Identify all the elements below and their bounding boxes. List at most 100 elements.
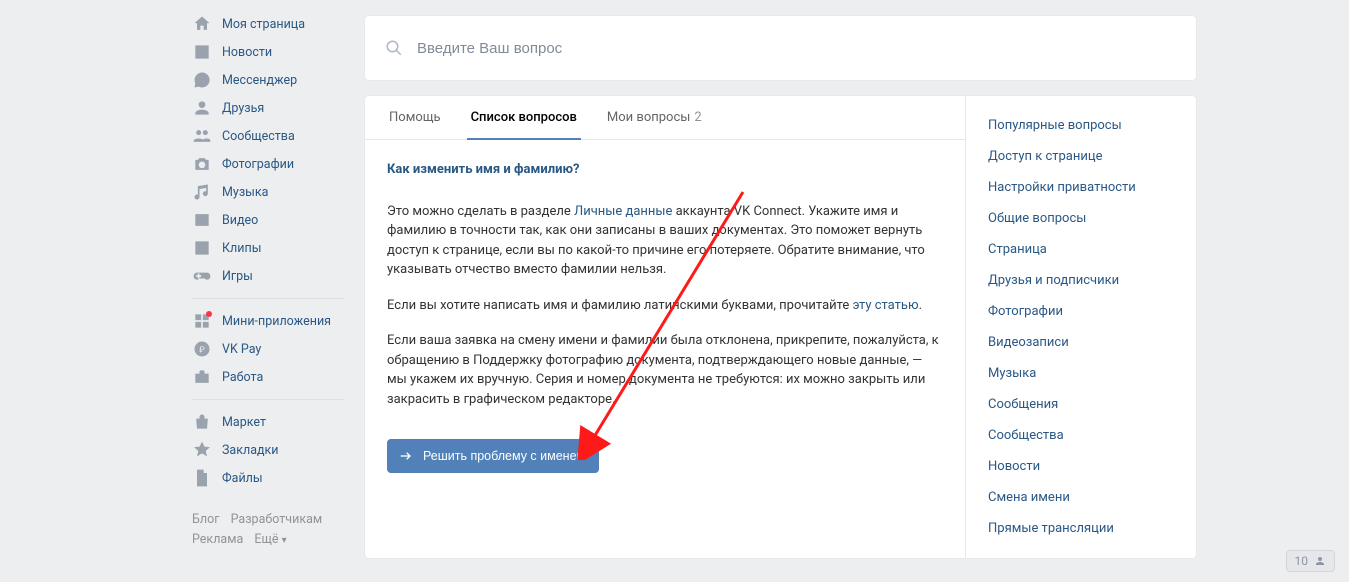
- topic-videos[interactable]: Видеозаписи: [966, 327, 1196, 358]
- sidebar-footer: Блог Разработчикам Реклама Ещё ▾: [186, 510, 350, 551]
- sidebar-label: Маркет: [222, 415, 266, 430]
- star-icon: [192, 440, 212, 460]
- sidebar-label: Моя страница: [222, 17, 305, 32]
- visitor-counter[interactable]: 10: [1286, 550, 1336, 572]
- sidebar-item-mini-apps[interactable]: Мини-приложения: [186, 307, 350, 335]
- pay-icon: ₽: [192, 339, 212, 359]
- article-title: Как изменить имя и фамилию?: [387, 160, 943, 180]
- topic-general[interactable]: Общие вопросы: [966, 203, 1196, 234]
- search-icon: [385, 39, 403, 57]
- sidebar-label: Друзья: [222, 101, 264, 116]
- person-icon: [192, 98, 212, 118]
- button-label: Решить проблему с именем: [423, 449, 585, 463]
- news-icon: [192, 42, 212, 62]
- search-card: [365, 16, 1196, 80]
- main-content: Помощь Список вопросов Мои вопросы 2 Как…: [365, 0, 1196, 558]
- doc-icon: [192, 468, 212, 488]
- this-article-link[interactable]: эту статью: [853, 298, 919, 313]
- market-icon: [192, 412, 212, 432]
- sidebar-label: Сообщества: [222, 129, 295, 144]
- sidebar-item-photos[interactable]: Фотографии: [186, 150, 350, 178]
- apps-icon: [192, 311, 212, 331]
- tab-help[interactable]: Помощь: [385, 96, 445, 140]
- article-paragraph: Это можно сделать в разделе Личные данны…: [387, 202, 943, 280]
- counter-value: 10: [1295, 554, 1309, 568]
- notification-dot-icon: [206, 311, 212, 317]
- article: Как изменить имя и фамилию? Это можно сд…: [365, 140, 965, 499]
- person-icon: [1314, 555, 1326, 567]
- topic-news[interactable]: Новости: [966, 451, 1196, 482]
- group-icon: [192, 126, 212, 146]
- footer-more-link[interactable]: Ещё ▾: [254, 532, 286, 547]
- tab-label: Список вопросов: [471, 110, 577, 125]
- topic-page[interactable]: Страница: [966, 234, 1196, 265]
- tab-label: Мои вопросы: [607, 110, 690, 125]
- sidebar-label: Видео: [222, 213, 258, 228]
- topic-communities[interactable]: Сообщества: [966, 420, 1196, 451]
- svg-text:₽: ₽: [199, 345, 205, 355]
- sidebar-label: Работа: [222, 370, 263, 385]
- footer-blog-link[interactable]: Блог: [192, 512, 219, 527]
- sidebar-item-games[interactable]: Игры: [186, 262, 350, 290]
- clips-icon: [192, 238, 212, 258]
- topics-column: Популярные вопросы Доступ к странице Нас…: [966, 96, 1196, 558]
- topic-music[interactable]: Музыка: [966, 358, 1196, 389]
- article-paragraph: Если ваша заявка на смену имени и фамили…: [387, 331, 943, 409]
- topic-photos[interactable]: Фотографии: [966, 296, 1196, 327]
- search-input[interactable]: [417, 40, 1176, 57]
- topic-privacy[interactable]: Настройки приватности: [966, 172, 1196, 203]
- sidebar-item-clips[interactable]: Клипы: [186, 234, 350, 262]
- sidebar-item-video[interactable]: Видео: [186, 206, 350, 234]
- topic-messages[interactable]: Сообщения: [966, 389, 1196, 420]
- article-column: Помощь Список вопросов Мои вопросы 2 Как…: [365, 96, 966, 558]
- sidebar-item-files[interactable]: Файлы: [186, 464, 350, 492]
- sidebar-label: Мини-приложения: [222, 314, 331, 329]
- sidebar-item-friends[interactable]: Друзья: [186, 94, 350, 122]
- sidebar-label: Файлы: [222, 471, 263, 486]
- topic-live[interactable]: Прямые трансляции: [966, 513, 1196, 544]
- footer-devs-link[interactable]: Разработчикам: [231, 512, 323, 527]
- sidebar-separator: [192, 298, 344, 299]
- topic-popular[interactable]: Популярные вопросы: [966, 110, 1196, 141]
- sidebar-separator: [192, 399, 344, 400]
- tab-faq-list[interactable]: Список вопросов: [467, 96, 581, 140]
- sidebar-item-communities[interactable]: Сообщества: [186, 122, 350, 150]
- sidebar-item-music[interactable]: Музыка: [186, 178, 350, 206]
- sidebar-label: VK Pay: [222, 342, 261, 357]
- music-icon: [192, 182, 212, 202]
- sidebar-label: Закладки: [222, 443, 279, 458]
- sidebar-item-messenger[interactable]: Мессенджер: [186, 66, 350, 94]
- content-card: Помощь Список вопросов Мои вопросы 2 Как…: [365, 96, 1196, 558]
- topic-friends[interactable]: Друзья и подписчики: [966, 265, 1196, 296]
- sidebar-item-vk-pay[interactable]: ₽ VK Pay: [186, 335, 350, 363]
- chevron-down-icon: ▾: [282, 535, 287, 546]
- topic-name-change[interactable]: Смена имени: [966, 482, 1196, 513]
- tab-my-questions[interactable]: Мои вопросы 2: [603, 96, 706, 140]
- sidebar-label: Новости: [222, 45, 272, 60]
- work-icon: [192, 367, 212, 387]
- tab-label: Помощь: [389, 110, 441, 125]
- sidebar-item-bookmarks[interactable]: Закладки: [186, 436, 350, 464]
- topic-access[interactable]: Доступ к странице: [966, 141, 1196, 172]
- sidebar-label: Мессенджер: [222, 73, 297, 88]
- video-icon: [192, 210, 212, 230]
- sidebar-label: Музыка: [222, 185, 268, 200]
- camera-icon: [192, 154, 212, 174]
- sidebar-label: Клипы: [222, 241, 261, 256]
- game-icon: [192, 266, 212, 286]
- arrow-right-icon: [397, 447, 415, 465]
- tabs-bar: Помощь Список вопросов Мои вопросы 2: [365, 96, 965, 140]
- sidebar-item-news[interactable]: Новости: [186, 38, 350, 66]
- chat-icon: [192, 70, 212, 90]
- sidebar-item-my-page[interactable]: Моя страница: [186, 10, 350, 38]
- sidebar-item-market[interactable]: Маркет: [186, 408, 350, 436]
- solve-name-problem-button[interactable]: Решить проблему с именем: [387, 439, 599, 473]
- sidebar-label: Игры: [222, 269, 253, 284]
- home-icon: [192, 14, 212, 34]
- tab-count: 2: [694, 110, 701, 125]
- sidebar-item-work[interactable]: Работа: [186, 363, 350, 391]
- footer-ads-link[interactable]: Реклама: [192, 532, 243, 547]
- sidebar-label: Фотографии: [222, 157, 294, 172]
- left-sidebar: Моя страница Новости Мессенджер Друзья С…: [186, 0, 350, 558]
- personal-data-link[interactable]: Личные данные: [574, 204, 672, 219]
